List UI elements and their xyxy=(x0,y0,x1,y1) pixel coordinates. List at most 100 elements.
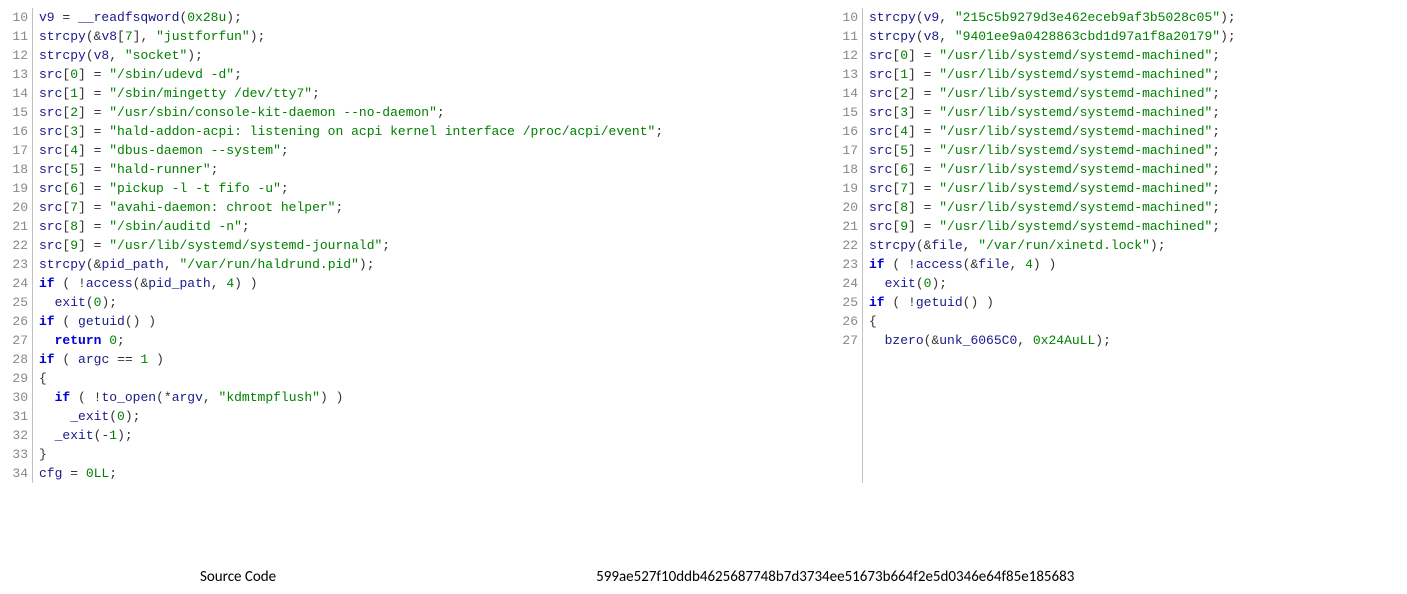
code-line[interactable]: src[1] = "/usr/lib/systemd/systemd-machi… xyxy=(869,65,1236,84)
token-plain: ; xyxy=(1212,67,1220,82)
code-line[interactable]: strcpy(&v8[7], "justforfun"); xyxy=(39,27,663,46)
token-paren: [ xyxy=(117,29,125,44)
token-paren: ) xyxy=(117,428,125,443)
token-plain: ; xyxy=(195,48,203,63)
code-line[interactable]: } xyxy=(39,445,663,464)
code-line[interactable]: if ( !getuid() ) xyxy=(869,293,1236,312)
code-line[interactable]: if ( getuid() ) xyxy=(39,312,663,331)
code-line[interactable]: src[7] = "avahi-daemon: chroot helper"; xyxy=(39,198,663,217)
token-paren: ] xyxy=(908,219,916,234)
left-code-panel[interactable]: 1011121314151617181920212223242526272829… xyxy=(8,8,788,483)
line-number: 25 xyxy=(838,293,858,312)
token-paren: ( xyxy=(86,295,94,310)
token-str: "/usr/sbin/console-kit-daemon --no-daemo… xyxy=(109,105,437,120)
code-line[interactable]: src[8] = "/sbin/auditd -n"; xyxy=(39,217,663,236)
token-ident: cfg xyxy=(39,466,62,481)
code-line[interactable]: src[4] = "dbus-daemon --system"; xyxy=(39,141,663,160)
token-plain: = xyxy=(86,219,109,234)
token-plain: = xyxy=(86,67,109,82)
token-plain: ; xyxy=(382,238,390,253)
token-func: strcpy xyxy=(39,29,86,44)
token-plain: ; xyxy=(1212,105,1220,120)
code-line[interactable]: exit(0); xyxy=(869,274,1236,293)
code-line[interactable]: src[6] = "/usr/lib/systemd/systemd-machi… xyxy=(869,160,1236,179)
token-paren: ) xyxy=(226,10,234,25)
line-number: 26 xyxy=(8,312,28,331)
token-num: 1 xyxy=(900,67,908,82)
code-line[interactable]: if ( !access(&file, 4) ) xyxy=(869,255,1236,274)
code-line[interactable]: _exit(-1); xyxy=(39,426,663,445)
code-line[interactable]: _exit(0); xyxy=(39,407,663,426)
token-plain xyxy=(869,276,885,291)
token-num: 8 xyxy=(70,219,78,234)
line-number: 20 xyxy=(8,198,28,217)
token-plain: = xyxy=(916,86,939,101)
code-line[interactable]: if ( !access(&pid_path, 4) ) xyxy=(39,274,663,293)
token-plain: = xyxy=(86,238,109,253)
code-line[interactable]: strcpy(&pid_path, "/var/run/haldrund.pid… xyxy=(39,255,663,274)
code-line[interactable]: src[9] = "/usr/lib/systemd/systemd-journ… xyxy=(39,236,663,255)
code-line[interactable]: src[8] = "/usr/lib/systemd/systemd-machi… xyxy=(869,198,1236,217)
code-line[interactable]: src[9] = "/usr/lib/systemd/systemd-machi… xyxy=(869,217,1236,236)
code-line[interactable]: return 0; xyxy=(39,331,663,350)
token-paren: ) xyxy=(187,48,195,63)
token-ident: argv xyxy=(172,390,203,405)
token-num: 9 xyxy=(70,238,78,253)
token-num: 7 xyxy=(900,181,908,196)
code-line[interactable]: src[4] = "/usr/lib/systemd/systemd-machi… xyxy=(869,122,1236,141)
token-ident: file xyxy=(931,238,962,253)
line-number: 18 xyxy=(838,160,858,179)
code-comparison: 1011121314151617181920212223242526272829… xyxy=(0,0,1407,483)
token-paren: ] xyxy=(78,162,86,177)
code-line[interactable]: cfg = 0LL; xyxy=(39,464,663,483)
code-line[interactable]: if ( argc == 1 ) xyxy=(39,350,663,369)
token-paren: ( xyxy=(916,238,924,253)
token-ident: pid_path xyxy=(101,257,163,272)
token-paren: ] xyxy=(78,143,86,158)
token-plain: ! xyxy=(900,295,916,310)
token-plain: = xyxy=(55,10,78,25)
code-line[interactable]: src[2] = "/usr/lib/systemd/systemd-machi… xyxy=(869,84,1236,103)
code-line[interactable]: bzero(&unk_6065C0, 0x24AuLL); xyxy=(869,331,1236,350)
token-func: _exit xyxy=(70,409,109,424)
code-line[interactable]: src[0] = "/usr/lib/systemd/systemd-machi… xyxy=(869,46,1236,65)
token-plain: ; xyxy=(234,67,242,82)
code-line[interactable]: v9 = __readfsqword(0x28u); xyxy=(39,8,663,27)
token-plain: , xyxy=(939,10,955,25)
code-line[interactable]: strcpy(v9, "215c5b9279d3e462eceb9af3b502… xyxy=(869,8,1236,27)
code-line[interactable]: strcpy(v8, "socket"); xyxy=(39,46,663,65)
code-line[interactable]: src[2] = "/usr/sbin/console-kit-daemon -… xyxy=(39,103,663,122)
token-plain: ; xyxy=(1212,181,1220,196)
code-line[interactable]: src[5] = "/usr/lib/systemd/systemd-machi… xyxy=(869,141,1236,160)
token-plain xyxy=(70,314,78,329)
token-plain: = xyxy=(916,219,939,234)
right-code-panel[interactable]: 101112131415161718192021222324252627 str… xyxy=(838,8,1236,483)
captions: Source Code 599ae527f10ddb4625687748b7d3… xyxy=(0,568,1407,586)
token-kw: if xyxy=(39,314,55,329)
code-line[interactable]: strcpy(v8, "9401ee9a0428863cbd1d97a1f8a2… xyxy=(869,27,1236,46)
token-ident: pid_path xyxy=(148,276,210,291)
line-number: 29 xyxy=(8,369,28,388)
code-line[interactable]: src[7] = "/usr/lib/systemd/systemd-machi… xyxy=(869,179,1236,198)
code-line[interactable]: exit(0); xyxy=(39,293,663,312)
token-paren: ] xyxy=(908,48,916,63)
code-line[interactable]: src[6] = "pickup -l -t fifo -u"; xyxy=(39,179,663,198)
code-line[interactable]: strcpy(&file, "/var/run/xinetd.lock"); xyxy=(869,236,1236,255)
code-line[interactable]: src[0] = "/sbin/udevd -d"; xyxy=(39,65,663,84)
code-line[interactable]: { xyxy=(39,369,663,388)
token-plain: = xyxy=(86,181,109,196)
code-lines-left[interactable]: v9 = __readfsqword(0x28u);strcpy(&v8[7],… xyxy=(39,8,663,483)
code-lines-right[interactable]: strcpy(v9, "215c5b9279d3e462eceb9af3b502… xyxy=(869,8,1236,483)
code-line[interactable]: src[3] = "/usr/lib/systemd/systemd-machi… xyxy=(869,103,1236,122)
token-paren: ) xyxy=(250,29,258,44)
code-line[interactable]: if ( !to_open(*argv, "kdmtmpflush") ) xyxy=(39,388,663,407)
token-paren: ) xyxy=(250,276,258,291)
code-line[interactable]: src[1] = "/sbin/mingetty /dev/tty7"; xyxy=(39,84,663,103)
token-num: 0 xyxy=(109,333,117,348)
code-line[interactable]: src[5] = "hald-runner"; xyxy=(39,160,663,179)
code-line[interactable]: { xyxy=(869,312,1236,331)
token-paren: ] xyxy=(78,86,86,101)
token-ident: src xyxy=(39,105,62,120)
code-line[interactable]: src[3] = "hald-addon-acpi: listening on … xyxy=(39,122,663,141)
token-ident: src xyxy=(869,219,892,234)
